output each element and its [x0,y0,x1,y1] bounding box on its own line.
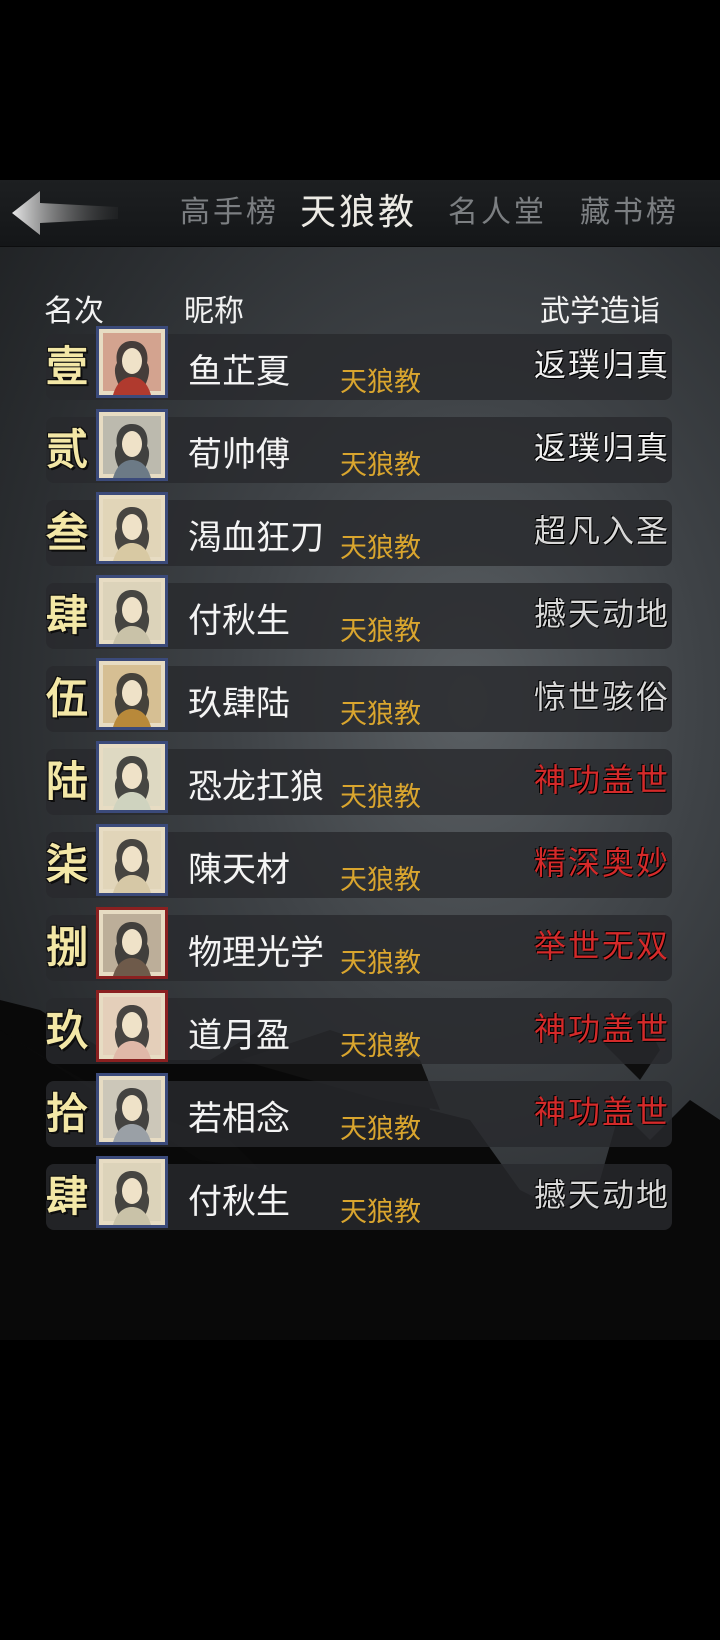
portrait-icon [99,329,165,395]
player-avatar[interactable] [96,741,168,813]
header-nickname: 昵称 [184,294,244,329]
rank-numeral: 壹 [45,342,88,391]
ranking-row[interactable]: 玖 道月盈 天狼教 神功盖世 [38,990,678,1070]
player-sect: 天狼教 [340,533,421,564]
martial-level: 返璞归真 [533,429,670,467]
player-sect: 天狼教 [340,616,421,647]
player-nickname: 鱼芷夏 [188,352,290,392]
ranking-row[interactable]: 陆 恐龙扛狼 天狼教 神功盖世 [38,741,678,821]
player-nickname: 荀帅傅 [188,435,290,475]
player-sect: 天狼教 [340,1197,421,1228]
martial-level: 神功盖世 [533,761,670,799]
ranking-row[interactable]: 肆 付秋生 天狼教 撼天动地 [38,1156,678,1236]
rank-numeral: 肆 [45,591,88,640]
rank-numeral: 肆 [45,1172,88,1221]
player-nickname: 付秋生 [188,1182,290,1222]
ranking-row[interactable]: 柒 陳天材 天狼教 精深奥妙 [38,824,678,904]
player-avatar[interactable] [96,907,168,979]
rank-numeral: 贰 [45,425,88,474]
player-sect: 天狼教 [340,1031,421,1062]
tab-masters[interactable]: 高手榜 [180,180,279,246]
player-avatar[interactable] [96,1156,168,1228]
ranking-row[interactable]: 肆 付秋生 天狼教 撼天动地 [38,575,678,655]
ranking-row[interactable]: 贰 荀帅傅 天狼教 返璞归真 [38,409,678,489]
player-avatar[interactable] [96,990,168,1062]
player-avatar[interactable] [96,492,168,564]
martial-level: 举世无双 [533,927,670,965]
header-martial-level: 武学造诣 [540,294,660,329]
player-sect: 天狼教 [340,367,421,398]
player-nickname: 渴血狂刀 [188,518,324,558]
rank-numeral: 伍 [45,674,88,723]
portrait-icon [99,1076,165,1142]
portrait-icon [99,744,165,810]
ranking-row[interactable]: 捌 物理光学 天狼教 举世无双 [38,907,678,987]
martial-level: 神功盖世 [533,1010,670,1048]
rank-numeral: 叁 [45,508,88,557]
tab-tianlang[interactable]: 天狼教 [300,180,417,246]
player-avatar[interactable] [96,326,168,398]
martial-level: 精深奥妙 [533,844,670,882]
rank-numeral: 捌 [45,923,88,972]
player-sect: 天狼教 [340,948,421,979]
portrait-icon [99,412,165,478]
player-avatar[interactable] [96,824,168,896]
martial-level: 超凡入圣 [533,512,670,550]
rank-numeral: 陆 [45,757,88,806]
portrait-icon [99,661,165,727]
player-nickname: 道月盈 [188,1016,290,1056]
player-nickname: 物理光学 [188,933,324,973]
player-nickname: 恐龙扛狼 [188,767,324,807]
player-avatar[interactable] [96,575,168,647]
rank-numeral: 柒 [45,840,88,889]
portrait-icon [99,495,165,561]
player-nickname: 玖肆陆 [188,684,290,724]
martial-level: 返璞归真 [533,346,670,384]
portrait-icon [99,910,165,976]
player-sect: 天狼教 [340,865,421,896]
back-button[interactable] [10,188,120,238]
player-nickname: 陳天材 [188,850,290,890]
player-sect: 天狼教 [340,699,421,730]
ranking-row[interactable]: 拾 若相念 天狼教 神功盖世 [38,1073,678,1153]
ranking-row[interactable]: 叁 渴血狂刀 天狼教 超凡入圣 [38,492,678,572]
tab-book-collection[interactable]: 藏书榜 [580,180,679,246]
tab-hall-of-fame[interactable]: 名人堂 [448,180,547,246]
player-nickname: 付秋生 [188,601,290,641]
leaderboard-screen: 高手榜 天狼教 名人堂 藏书榜 名次 昵称 武学造诣 壹 鱼芷夏 天狼教 返璞归… [0,180,720,1340]
portrait-icon [99,578,165,644]
martial-level: 撼天动地 [533,1176,670,1214]
portrait-icon [99,993,165,1059]
player-avatar[interactable] [96,1073,168,1145]
player-nickname: 若相念 [188,1099,290,1139]
rank-numeral: 拾 [45,1089,88,1138]
ranking-row[interactable]: 伍 玖肆陆 天狼教 惊世骇俗 [38,658,678,738]
portrait-icon [99,827,165,893]
header-rank: 名次 [44,294,104,329]
portrait-icon [99,1159,165,1225]
player-sect: 天狼教 [340,782,421,813]
tab-bar: 高手榜 天狼教 名人堂 藏书榜 [0,180,720,247]
martial-level: 惊世骇俗 [533,678,670,716]
ranking-row[interactable]: 壹 鱼芷夏 天狼教 返璞归真 [38,326,678,406]
martial-level: 撼天动地 [533,595,670,633]
martial-level: 神功盖世 [533,1093,670,1131]
player-avatar[interactable] [96,658,168,730]
back-arrow-icon [12,191,118,235]
player-sect: 天狼教 [340,450,421,481]
rank-numeral: 玖 [45,1006,88,1055]
player-avatar[interactable] [96,409,168,481]
player-sect: 天狼教 [340,1114,421,1145]
